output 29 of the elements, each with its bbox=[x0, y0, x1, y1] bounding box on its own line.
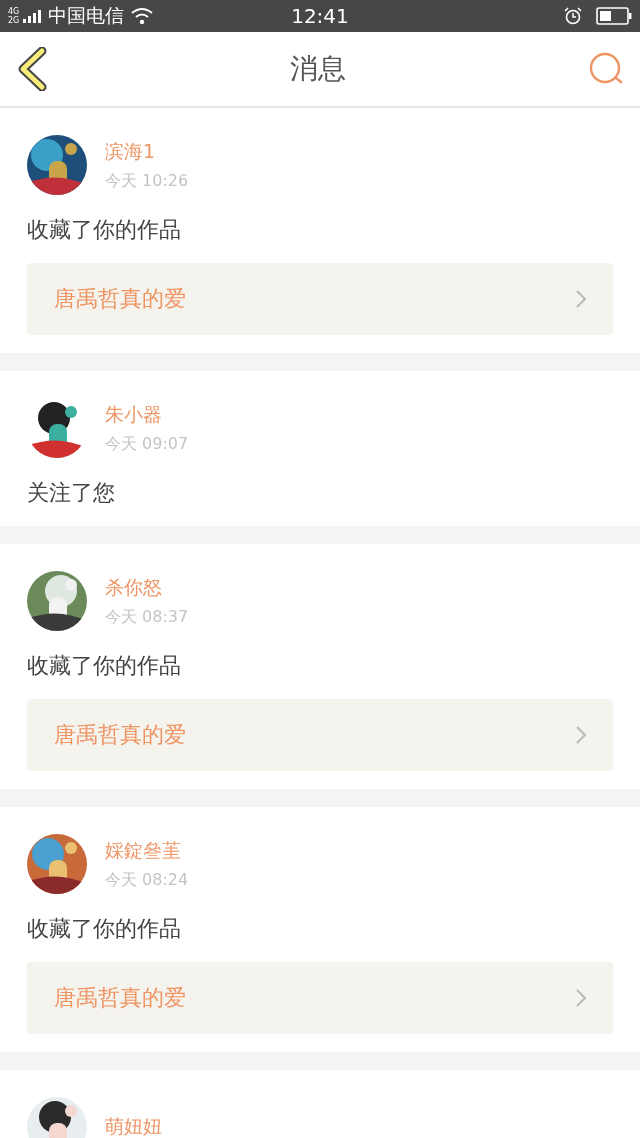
clock-time: 12:41 bbox=[291, 4, 349, 28]
work-link[interactable]: 唐禹哲真的爱 bbox=[27, 962, 613, 1034]
network-label: 4G bbox=[8, 7, 20, 16]
message-text: 收藏了你的作品 bbox=[27, 216, 182, 244]
message-time: 今天 09:07 bbox=[105, 433, 189, 455]
network-label: 2G bbox=[8, 16, 20, 25]
message-text: 收藏了你的作品 bbox=[27, 652, 182, 680]
user-name[interactable]: 杀你怒 bbox=[105, 574, 189, 601]
message-text: 收藏了你的作品 bbox=[27, 915, 182, 943]
message-text: 关注了您 bbox=[27, 479, 116, 507]
work-link[interactable]: 唐禹哲真的爱 bbox=[27, 699, 613, 771]
work-link[interactable]: 唐禹哲真的爱 bbox=[27, 263, 613, 335]
signal-icon bbox=[23, 9, 44, 23]
message-time: 今天 10:26 bbox=[105, 170, 189, 192]
user-name[interactable]: 婇錠叄茥 bbox=[105, 837, 189, 864]
carrier-name: 中国电信 bbox=[48, 3, 125, 28]
message-time: 今天 08:37 bbox=[105, 606, 189, 628]
back-icon[interactable] bbox=[16, 47, 48, 91]
chevron-icon bbox=[575, 988, 587, 1008]
alarm-icon bbox=[564, 7, 582, 25]
page-title: 消息 bbox=[290, 52, 346, 85]
battery-icon bbox=[596, 7, 632, 25]
wifi-icon bbox=[130, 7, 155, 25]
user-name[interactable]: 萌妞妞 bbox=[105, 1114, 162, 1138]
user-name[interactable]: 滨海1 bbox=[105, 138, 189, 165]
chevron-icon bbox=[575, 289, 587, 309]
chevron-icon bbox=[575, 725, 587, 745]
message-time: 今天 08:24 bbox=[105, 869, 189, 891]
user-name[interactable]: 朱小器 bbox=[105, 401, 189, 428]
